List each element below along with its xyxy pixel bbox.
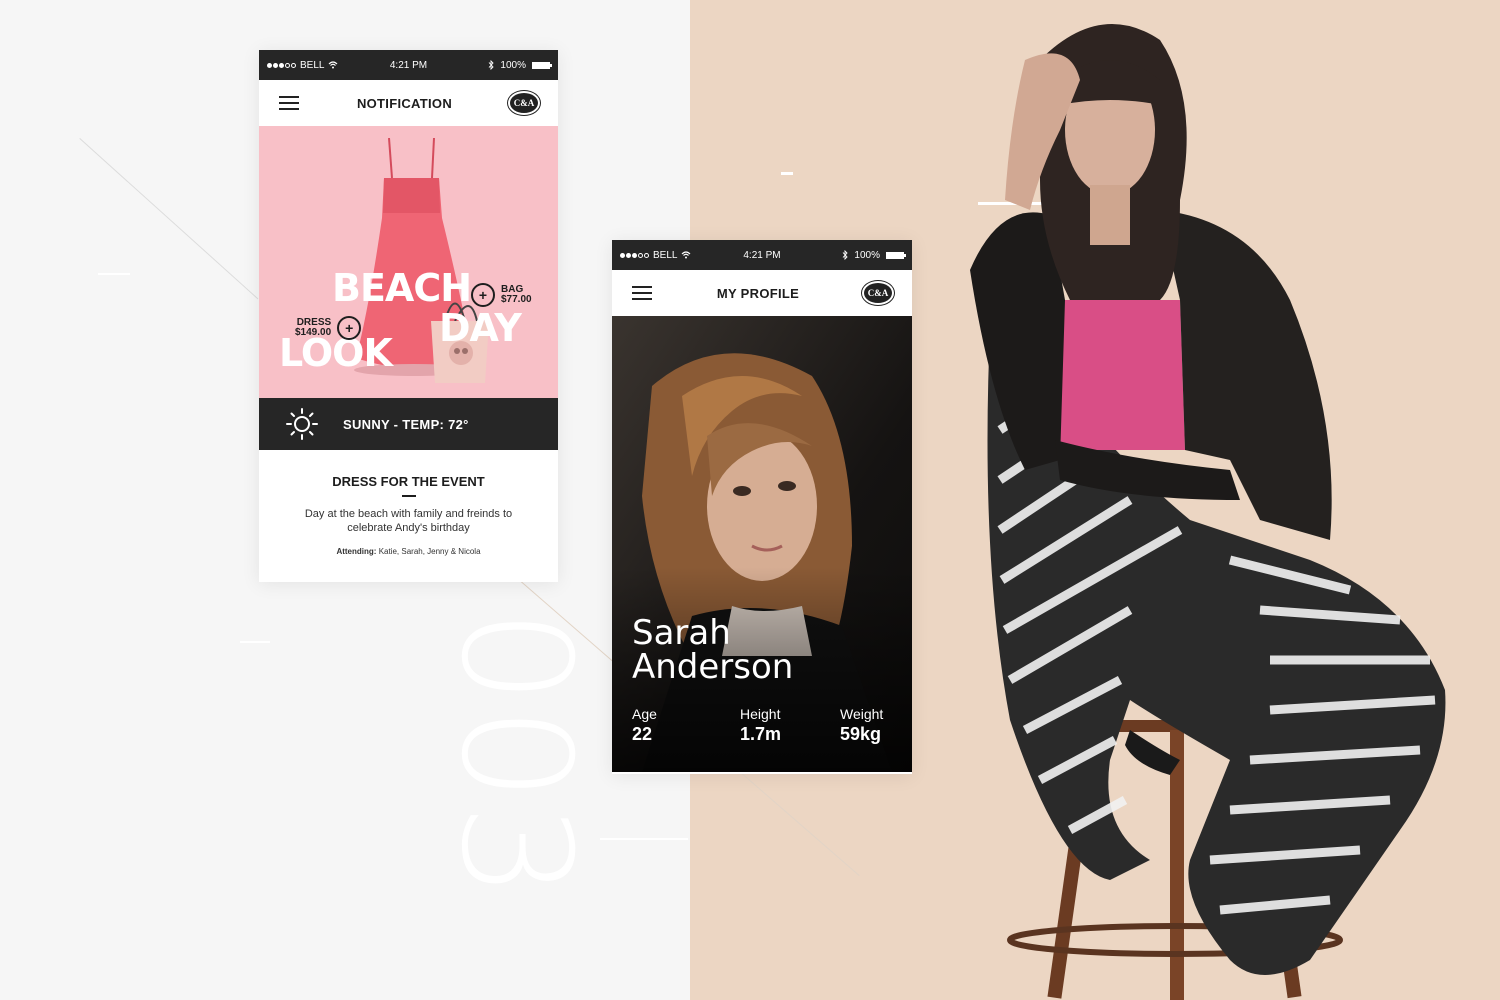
event-title: DRESS FOR THE EVENT (332, 474, 485, 489)
sun-icon (286, 408, 318, 440)
profile-first-name: Sarah (632, 613, 731, 653)
event-description: Day at the beach with family and freinds… (304, 508, 513, 534)
fashion-model-photo (970, 24, 1446, 1000)
brand-logo[interactable]: C&A (509, 93, 538, 113)
promo-banner[interactable]: BEACH DAY LOOK DRESS $149.00 + + BAG $77.0… (259, 126, 558, 398)
bag-price-tag: + BAG $77.00 (471, 283, 532, 307)
bag-price: $77.00 (501, 294, 532, 305)
promo-line-day: DAY (439, 306, 522, 350)
carrier-label: BELL (653, 249, 678, 261)
age-label: Age (632, 706, 657, 722)
add-dress-button[interactable]: + (337, 316, 362, 340)
wifi-icon (329, 61, 338, 69)
status-bar: BELL 4:21 PM 100% (612, 240, 912, 270)
age-value: 22 (632, 724, 653, 744)
profile-portrait-image (612, 316, 912, 772)
profile-screen: BELL 4:21 PM 100% MY PROFILE C&A Sarah A… (612, 240, 912, 774)
battery-icon (886, 251, 906, 259)
height-value: 1.7m (740, 724, 782, 744)
age-stat: Age 22 (632, 706, 657, 745)
page-title: NOTIFICATION (356, 95, 453, 111)
brand-logo[interactable]: C&A (864, 283, 892, 303)
bluetooth-icon (843, 250, 849, 260)
battery-percent: 100% (500, 59, 526, 71)
add-bag-button[interactable]: + (471, 283, 495, 307)
wifi-icon (682, 251, 691, 259)
battery-icon (532, 61, 552, 69)
notification-screen: BELL 4:21 PM 100% NOTIFICATION C&A BEACH… (259, 50, 558, 582)
event-attending: Attending: Katie, Sarah, Jenny & Nicola (279, 547, 538, 556)
dress-price-tag: DRESS $149.00 + (295, 316, 362, 340)
weather-bar: SUNNY - TEMP: 72° (259, 398, 558, 450)
decorative-dash (240, 641, 270, 643)
menu-icon[interactable] (632, 286, 652, 300)
weight-value: 59kg (840, 724, 882, 744)
attending-label: Attending: (336, 547, 377, 556)
signal-dots-icon (620, 252, 649, 258)
status-time: 4:21 PM (743, 249, 781, 261)
carrier-label: BELL (300, 59, 325, 71)
dress-price: $149.00 (295, 327, 332, 338)
weight-label: Weight (840, 706, 884, 722)
decorative-dash (98, 273, 130, 275)
battery-percent: 100% (854, 249, 880, 261)
nav-bar: NOTIFICATION C&A (259, 80, 558, 126)
event-details: DRESS FOR THE EVENT Day at the beach wit… (259, 450, 558, 556)
profile-name: Sarah Anderson (632, 616, 793, 684)
decorative-dash (781, 172, 793, 175)
menu-icon[interactable] (279, 96, 299, 110)
signal-dots-icon (267, 62, 296, 68)
attending-names: Katie, Sarah, Jenny & Nicola (378, 547, 481, 556)
profile-last-name: Anderson (632, 647, 794, 687)
section-number: 003 (428, 608, 602, 902)
height-label: Height (740, 706, 781, 722)
nav-bar: MY PROFILE C&A (612, 270, 912, 316)
weather-text: SUNNY - TEMP: 72° (343, 416, 469, 432)
profile-photo: Sarah Anderson Age 22 Height 1.7m Weight… (612, 316, 912, 772)
weight-stat: Weight 59kg (840, 706, 883, 745)
status-bar: BELL 4:21 PM 100% (259, 50, 558, 80)
status-time: 4:21 PM (389, 59, 428, 71)
promo-line-beach: BEACH (332, 266, 472, 310)
page-title: MY PROFILE (716, 285, 800, 301)
event-divider (401, 495, 416, 497)
height-stat: Height 1.7m (740, 706, 781, 745)
bluetooth-icon (489, 60, 495, 70)
